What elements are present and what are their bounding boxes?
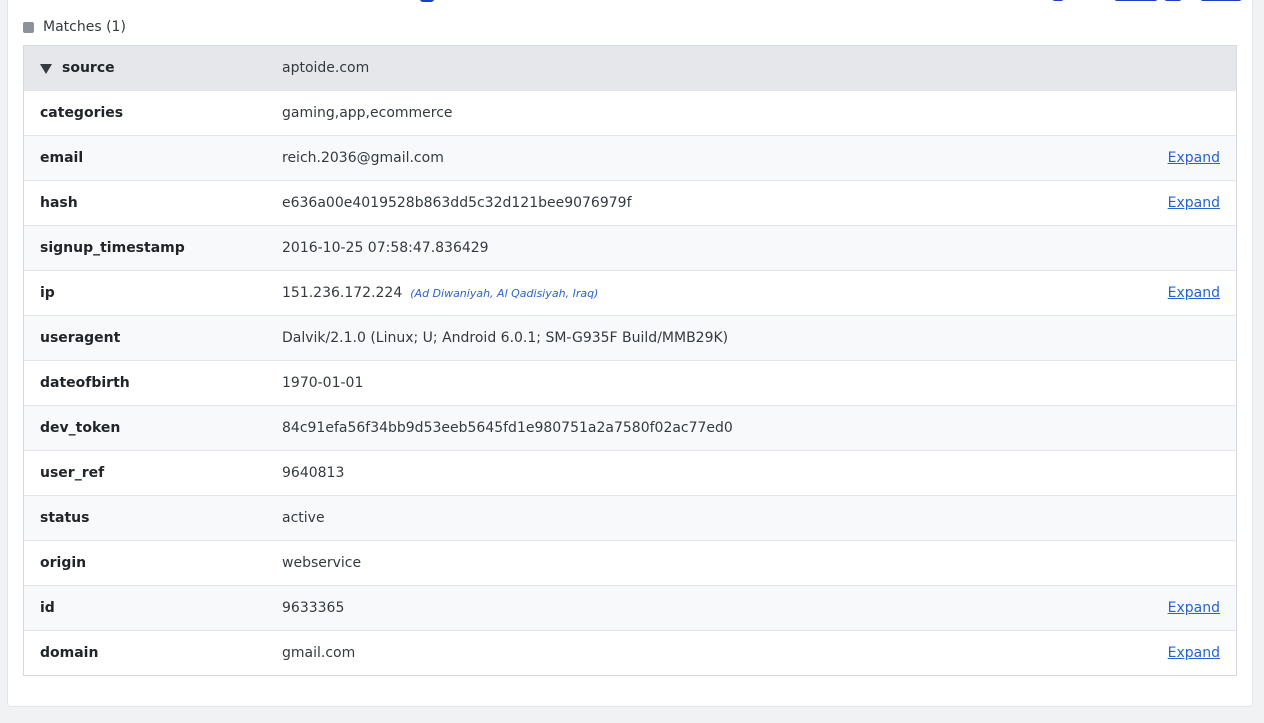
top-links-fragment[interactable] [1052, 0, 1242, 2]
field-value: e636a00e4019528b863dd5c32d121bee9076979f [282, 195, 632, 211]
field-key: ip [40, 285, 55, 301]
field-value: 151.236.172.224 (Ad Diwaniyah, Al Qadisi… [282, 285, 1236, 301]
field-value: active [282, 510, 325, 526]
table-row: status active [24, 496, 1236, 541]
field-key: id [40, 600, 55, 616]
field-key: email [40, 150, 84, 166]
expand-link[interactable]: Expand [1168, 195, 1220, 211]
field-value: webservice [282, 555, 362, 571]
table-row-source[interactable]: source aptoide.com [24, 46, 1236, 91]
field-key: hash [40, 195, 78, 211]
field-key: dateofbirth [40, 375, 130, 391]
ip-geolocation: (Ad Diwaniyah, Al Qadisiyah, Iraq) [410, 286, 599, 300]
field-key: status [40, 510, 90, 526]
table-row: signup_timestamp 2016-10-25 07:58:47.836… [24, 226, 1236, 271]
field-value: gmail.com [282, 645, 356, 661]
match-details-table: source aptoide.com categories gaming,app… [23, 45, 1237, 676]
field-key: useragent [40, 330, 121, 346]
matches-label: Matches (1) [43, 19, 126, 35]
field-value: gaming,app,ecommerce [282, 105, 453, 121]
table-row: domain gmail.com Expand [24, 631, 1236, 675]
field-key: dev_token [40, 420, 121, 436]
table-row: id 9633365 Expand [24, 586, 1236, 631]
field-value: 84c91efa56f34bb9d53eeb5645fd1e980751a2a7… [282, 420, 733, 436]
expand-link[interactable]: Expand [1168, 600, 1220, 616]
table-row: dateofbirth 1970-01-01 [24, 361, 1236, 406]
table-row: origin webservice [24, 541, 1236, 586]
field-key: source [24, 60, 282, 76]
expand-link[interactable]: Expand [1168, 150, 1220, 166]
field-value: aptoide.com [282, 60, 370, 76]
table-row: dev_token 84c91efa56f34bb9d53eeb5645fd1e… [24, 406, 1236, 451]
collapse-caret-icon[interactable] [40, 63, 52, 74]
field-key: domain [40, 645, 99, 661]
table-row: email reich.2036@gmail.com Expand [24, 136, 1236, 181]
table-row: user_ref 9640813 [24, 451, 1236, 496]
field-value: 9633365 [282, 600, 345, 616]
field-key-label: source [62, 60, 115, 76]
square-icon [23, 21, 34, 33]
matches-header[interactable]: Matches (1) [23, 17, 126, 37]
field-value: 9640813 [282, 465, 345, 481]
field-value: Dalvik/2.1.0 (Linux; U; Android 6.0.1; S… [282, 330, 729, 346]
field-value: 2016-10-25 07:58:47.836429 [282, 240, 489, 256]
field-key: categories [40, 105, 124, 121]
table-row: ip 151.236.172.224 (Ad Diwaniyah, Al Qad… [24, 271, 1236, 316]
table-row: hash e636a00e4019528b863dd5c32d121bee907… [24, 181, 1236, 226]
expand-link[interactable]: Expand [1168, 285, 1220, 301]
field-key: signup_timestamp [40, 240, 185, 256]
top-link-fragment[interactable] [420, 0, 434, 2]
table-row: categories gaming,app,ecommerce [24, 91, 1236, 136]
ip-value: 151.236.172.224 [282, 285, 403, 301]
field-value: reich.2036@gmail.com [282, 150, 444, 166]
expand-link[interactable]: Expand [1168, 645, 1220, 661]
field-key: user_ref [40, 465, 105, 481]
field-key: origin [40, 555, 87, 571]
field-value: 1970-01-01 [282, 375, 364, 391]
table-row: useragent Dalvik/2.1.0 (Linux; U; Androi… [24, 316, 1236, 361]
